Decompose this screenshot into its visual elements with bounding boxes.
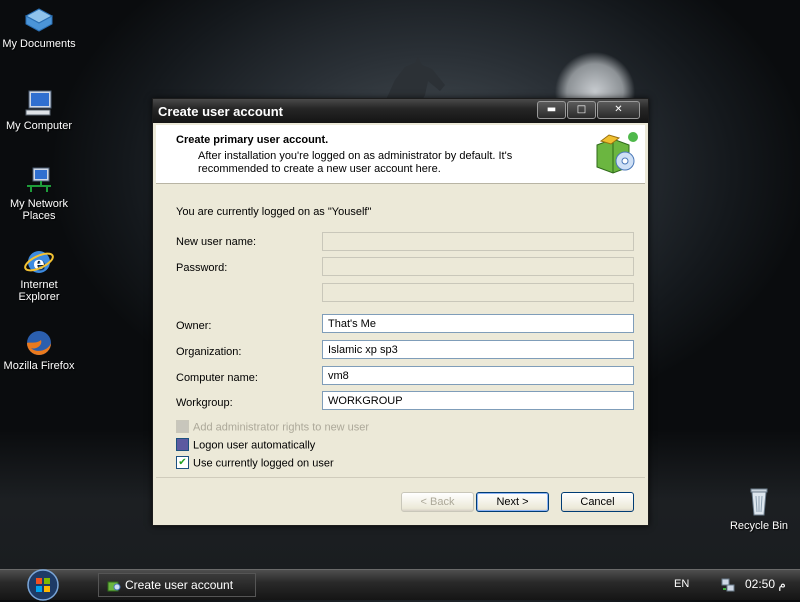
desktop-icon-recycle-bin[interactable]: Recycle Bin	[720, 486, 798, 532]
desktop-icon-label: My Computer	[5, 120, 73, 132]
dialog-header: Create primary user account. After insta…	[156, 125, 645, 184]
password-confirm-input[interactable]	[322, 283, 634, 302]
desktop-icon-label: Internet Explorer	[18, 279, 60, 303]
minimize-button[interactable]: ▬	[537, 101, 566, 119]
use-current-option[interactable]: ✔ Use currently logged on user	[176, 456, 334, 470]
desktop-icon-label: My Network Places	[9, 198, 69, 222]
desktop-icon-label: Mozilla Firefox	[3, 360, 75, 372]
start-button[interactable]	[25, 568, 61, 602]
header-subtitle: After installation you're logged on as a…	[198, 150, 513, 175]
new-user-name-input[interactable]	[322, 232, 634, 251]
logon-auto-option[interactable]: Logon user automatically	[176, 438, 316, 452]
desktop-icon-firefox[interactable]: Mozilla Firefox	[0, 328, 78, 372]
header-title: Create primary user account.	[176, 134, 329, 146]
internet-explorer-icon: e	[24, 251, 54, 274]
cancel-button[interactable]: Cancel	[561, 492, 634, 512]
admin-rights-checkbox[interactable]	[176, 420, 189, 433]
back-button[interactable]: < Back	[401, 492, 474, 512]
desktop-icon-label: My Documents	[2, 38, 76, 50]
language-indicator[interactable]: EN	[674, 578, 689, 590]
admin-rights-label: Add administrator rights to new user	[193, 421, 370, 434]
logon-auto-checkbox[interactable]	[176, 438, 189, 451]
workgroup-input[interactable]: WORKGROUP	[322, 391, 634, 410]
window-title: Create user account	[158, 104, 283, 119]
admin-rights-option[interactable]: Add administrator rights to new user	[176, 420, 370, 434]
title-bar[interactable]: Create user account ▬ □ ✕	[153, 99, 648, 123]
network-icon	[27, 167, 51, 192]
setup-task-icon	[107, 581, 121, 592]
desktop-icon-network-places[interactable]: My Network Places	[0, 166, 78, 222]
organization-input[interactable]: Islamic xp sp3	[322, 340, 634, 359]
organization-label: Organization:	[176, 346, 242, 358]
desktop-icon-my-computer[interactable]: My Computer	[0, 88, 78, 132]
network-tray-icon[interactable]	[720, 577, 736, 593]
setup-box-icon	[596, 132, 638, 174]
new-user-name-label: New user name:	[176, 236, 257, 248]
logged-on-text: You are currently logged on as "Youself"	[176, 206, 372, 218]
firefox-icon	[27, 331, 51, 355]
taskbar: Create user account EN 02:50 م	[0, 568, 800, 602]
password-input[interactable]	[322, 257, 634, 276]
folder-documents-icon	[24, 8, 54, 32]
close-button[interactable]: ✕	[597, 101, 640, 119]
recycle-bin-icon	[750, 488, 768, 516]
workgroup-label: Workgroup:	[176, 397, 233, 409]
computer-name-label: Computer name:	[176, 372, 258, 384]
maximize-button[interactable]: □	[567, 101, 596, 119]
owner-input[interactable]: That's Me	[322, 314, 634, 333]
password-label: Password:	[176, 262, 228, 274]
create-user-dialog: Create user account ▬ □ ✕ Create primary…	[152, 98, 649, 526]
computer-name-input[interactable]: vm8	[322, 366, 634, 385]
clock[interactable]: 02:50 م	[745, 577, 786, 591]
logon-auto-label: Logon user automatically	[193, 439, 316, 452]
desktop-icon-my-documents[interactable]: My Documents	[0, 6, 78, 50]
desktop-icon-internet-explorer[interactable]: e Internet Explorer	[0, 247, 78, 303]
taskbar-task-create-user[interactable]: Create user account	[98, 573, 256, 597]
computer-icon	[25, 90, 52, 116]
taskbar-task-label: Create user account	[125, 578, 234, 592]
next-button[interactable]: Next >	[476, 492, 549, 512]
desktop-icon-label: Recycle Bin	[729, 520, 789, 532]
use-current-label: Use currently logged on user	[193, 457, 334, 470]
use-current-checkbox[interactable]: ✔	[176, 456, 189, 469]
button-separator	[156, 477, 645, 478]
owner-label: Owner:	[176, 320, 212, 332]
